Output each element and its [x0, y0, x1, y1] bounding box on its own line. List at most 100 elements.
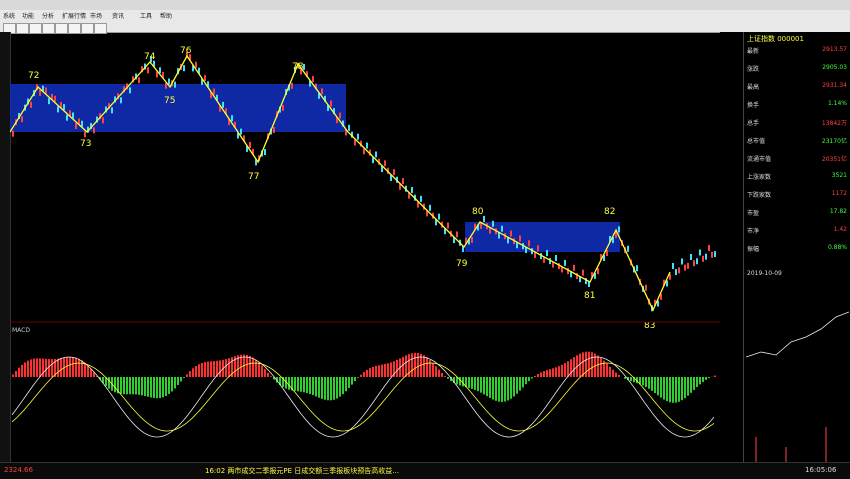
macd-bar	[315, 377, 317, 396]
macd-bar	[618, 375, 620, 377]
macd-bar	[147, 377, 149, 397]
macd-bar	[684, 377, 686, 398]
macd-bar	[162, 377, 164, 397]
candle	[618, 226, 620, 232]
candle	[645, 285, 647, 291]
macd-bar	[303, 377, 305, 392]
macd-bar	[666, 377, 668, 401]
macd-bar	[417, 353, 419, 377]
quote-label: 换手	[747, 100, 759, 109]
quote-value: 2905.03	[822, 64, 847, 71]
macd-bar	[675, 377, 677, 403]
candle	[564, 260, 566, 266]
menu-view[interactable]: 功能	[22, 11, 34, 20]
macd-bar	[708, 377, 710, 378]
quote-row: 总市值23170亿	[747, 136, 849, 148]
macd-bar	[690, 377, 692, 393]
quote-row: 流通市值20351亿	[747, 154, 849, 166]
menu-info[interactable]: 资讯	[112, 11, 124, 20]
candle	[672, 263, 674, 269]
candle	[57, 106, 59, 112]
wave-label: 80	[472, 207, 484, 217]
macd-bar	[30, 359, 32, 377]
macd-bar	[645, 377, 647, 387]
menu-custom[interactable]: 市场	[90, 11, 102, 20]
macd-bar	[516, 377, 518, 394]
macd-bar	[669, 377, 671, 402]
macd-bar	[132, 377, 134, 394]
main-chart[interactable]: 72 73 74 75 76 77 78 79 80 81 82 83 MACD	[10, 32, 720, 462]
macd-bar	[402, 357, 404, 377]
candle	[348, 125, 350, 131]
macd-bar	[432, 363, 434, 377]
macd-bar	[414, 353, 416, 377]
macd-bar	[558, 366, 560, 377]
candle	[438, 214, 440, 220]
quote-row: 最新2913.57	[747, 46, 849, 58]
quote-row: 市净1.42	[747, 226, 849, 238]
quote-value: 1.42	[834, 226, 847, 233]
menu-tools[interactable]: 工具	[140, 11, 152, 20]
wave-label: 77	[248, 172, 259, 182]
macd-bar	[549, 369, 551, 377]
candle	[492, 221, 494, 227]
menu-analysis[interactable]: 分析	[42, 11, 54, 20]
macd-bar	[483, 377, 485, 394]
macd-bar	[693, 377, 695, 390]
candle	[138, 77, 140, 83]
news-ticker[interactable]: 16:02 两市成交二季报元PE 日成交额三季报板块预告高收益...	[205, 466, 625, 476]
macd-bar	[570, 359, 572, 377]
menu-market[interactable]: 扩展行情	[62, 11, 86, 20]
quote-row: 振幅0.88%	[747, 244, 849, 256]
candle	[183, 65, 185, 71]
macd-bar	[372, 367, 374, 377]
quote-row: 最高2931.34	[747, 82, 849, 94]
macd-bar	[444, 376, 446, 377]
macd-bar	[642, 377, 644, 385]
macd-bar	[543, 371, 545, 377]
candle	[66, 115, 68, 121]
candle	[321, 88, 323, 94]
candle	[159, 67, 161, 73]
quote-label: 总手	[747, 118, 759, 127]
macd-bar	[198, 364, 200, 377]
candle	[393, 169, 395, 175]
quote-value: 23170亿	[822, 136, 847, 145]
macd-bar	[318, 377, 320, 398]
title-bar	[0, 0, 850, 10]
wave-label: 79	[456, 259, 468, 269]
macd-bar	[27, 361, 29, 377]
quote-row: 下跌家数1172	[747, 190, 849, 202]
macd-bar	[411, 353, 413, 377]
menu-file[interactable]: 系统	[3, 11, 15, 20]
candle	[429, 205, 431, 211]
candle	[174, 82, 176, 88]
quote-value: 1.14%	[828, 100, 847, 107]
candle	[75, 123, 77, 129]
macd-bar	[321, 377, 323, 399]
macd-bar	[21, 365, 23, 377]
status-bar: 2324.66 16:02 两市成交二季报元PE 日成交额三季报板块预告高收益.…	[0, 462, 850, 479]
macd-bar	[228, 358, 230, 377]
quote-label: 最高	[747, 82, 759, 91]
macd-bar	[66, 357, 68, 377]
candle	[636, 265, 638, 271]
menu-window[interactable]: 帮助	[160, 11, 172, 20]
macd-bar	[168, 377, 170, 394]
candle	[195, 62, 197, 68]
macd-bar	[351, 377, 353, 385]
macd-bar	[498, 377, 500, 402]
macd-bar	[477, 377, 479, 391]
macd-bar	[510, 377, 512, 399]
macd-histogram	[12, 352, 716, 403]
quote-label: 最新	[747, 46, 759, 55]
macd-bar	[363, 372, 365, 377]
macd-bar	[144, 377, 146, 396]
macd-bar	[705, 377, 707, 380]
candle	[240, 129, 242, 135]
macd-bar	[504, 377, 506, 402]
wave-label: 82	[604, 207, 615, 217]
macd-bar	[480, 377, 482, 393]
macd-bar	[609, 367, 611, 377]
macd-bar	[258, 363, 260, 377]
